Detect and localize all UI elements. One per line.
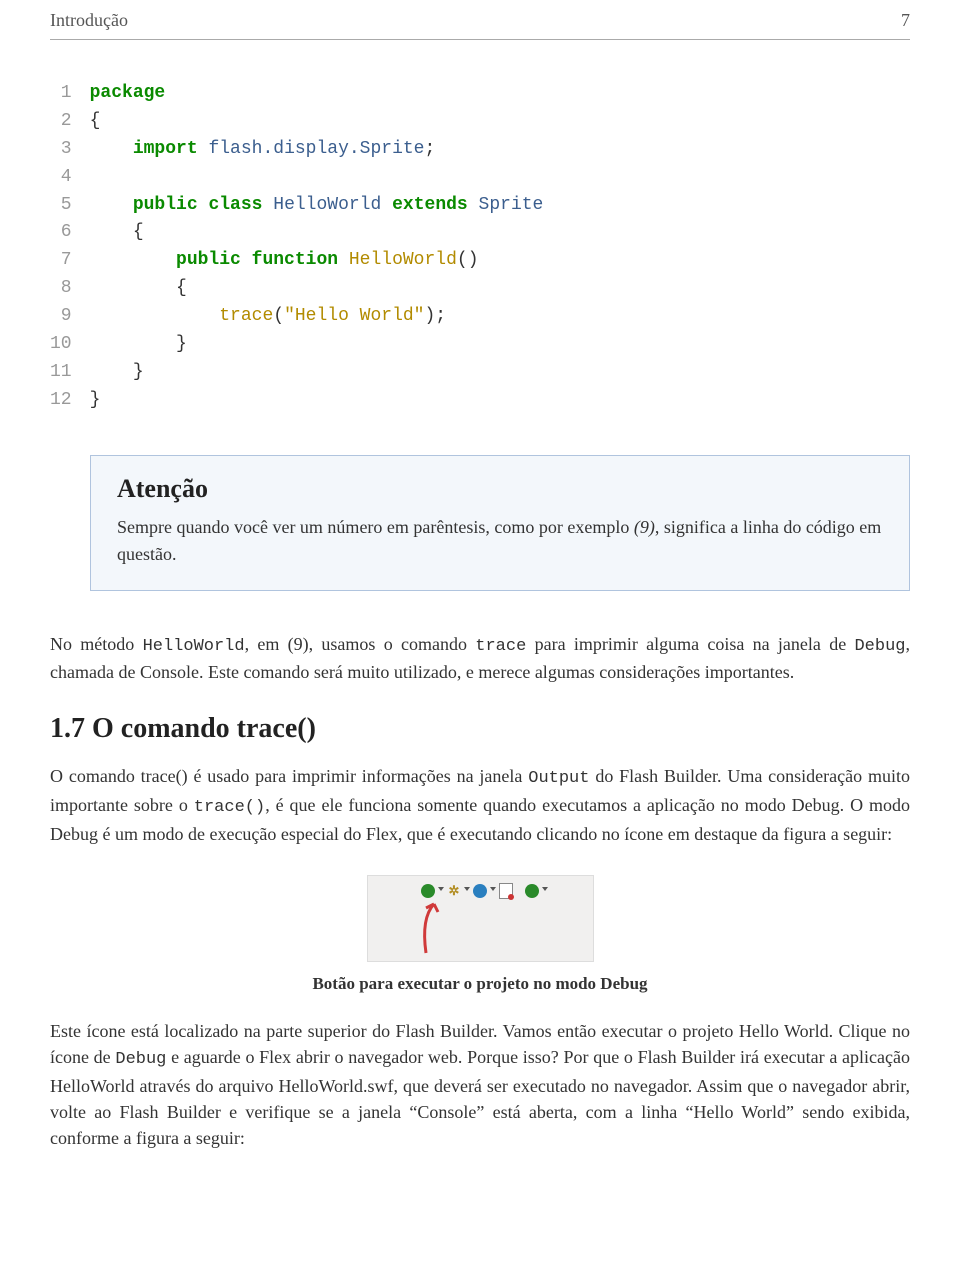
section-heading: 1.7 O comando trace() (50, 713, 910, 745)
profile-icon (523, 882, 541, 900)
code-ref-debug: Debug (854, 637, 905, 656)
toolbar-figure: ✲ (367, 875, 594, 962)
code-listing: 1 2 3 4 5 6 7 8 9 10 11 12 package { imp… (50, 80, 910, 415)
code-ref-trace-call: trace() (194, 798, 265, 817)
attention-title: Atenção (117, 474, 883, 504)
code-ref-debug-icon: Debug (115, 1050, 166, 1069)
page-number: 7 (901, 10, 910, 31)
paragraph-debug-mode: Este ícone está localizado na parte supe… (50, 1018, 910, 1151)
attention-box: Atenção Sempre quando você ver um número… (90, 455, 910, 591)
line-numbers: 1 2 3 4 5 6 7 8 9 10 11 12 (50, 80, 90, 415)
export-icon (497, 882, 515, 900)
arrow-annotation (416, 898, 496, 958)
figure-caption: Botão para executar o projeto no modo De… (50, 974, 910, 994)
code-ref-output: Output (528, 769, 589, 788)
chapter-title: Introdução (50, 10, 128, 31)
attention-body: Sempre quando você ver um número em parê… (117, 514, 883, 568)
code-body: package { import flash.display.Sprite; p… (90, 80, 544, 415)
attention-text-pre: Sempre quando você ver um número em parê… (117, 517, 634, 537)
paragraph-trace: O comando trace() é usado para imprimir … (50, 763, 910, 846)
paragraph-intro: No método HelloWorld, em (9), usamos o c… (50, 631, 910, 686)
code-ref-helloworld: HelloWorld (143, 637, 245, 656)
attention-ref: (9) (634, 517, 655, 537)
toolbar-row: ✲ (419, 876, 541, 900)
code-ref-trace: trace (475, 637, 526, 656)
page-header: Introdução 7 (50, 0, 910, 40)
